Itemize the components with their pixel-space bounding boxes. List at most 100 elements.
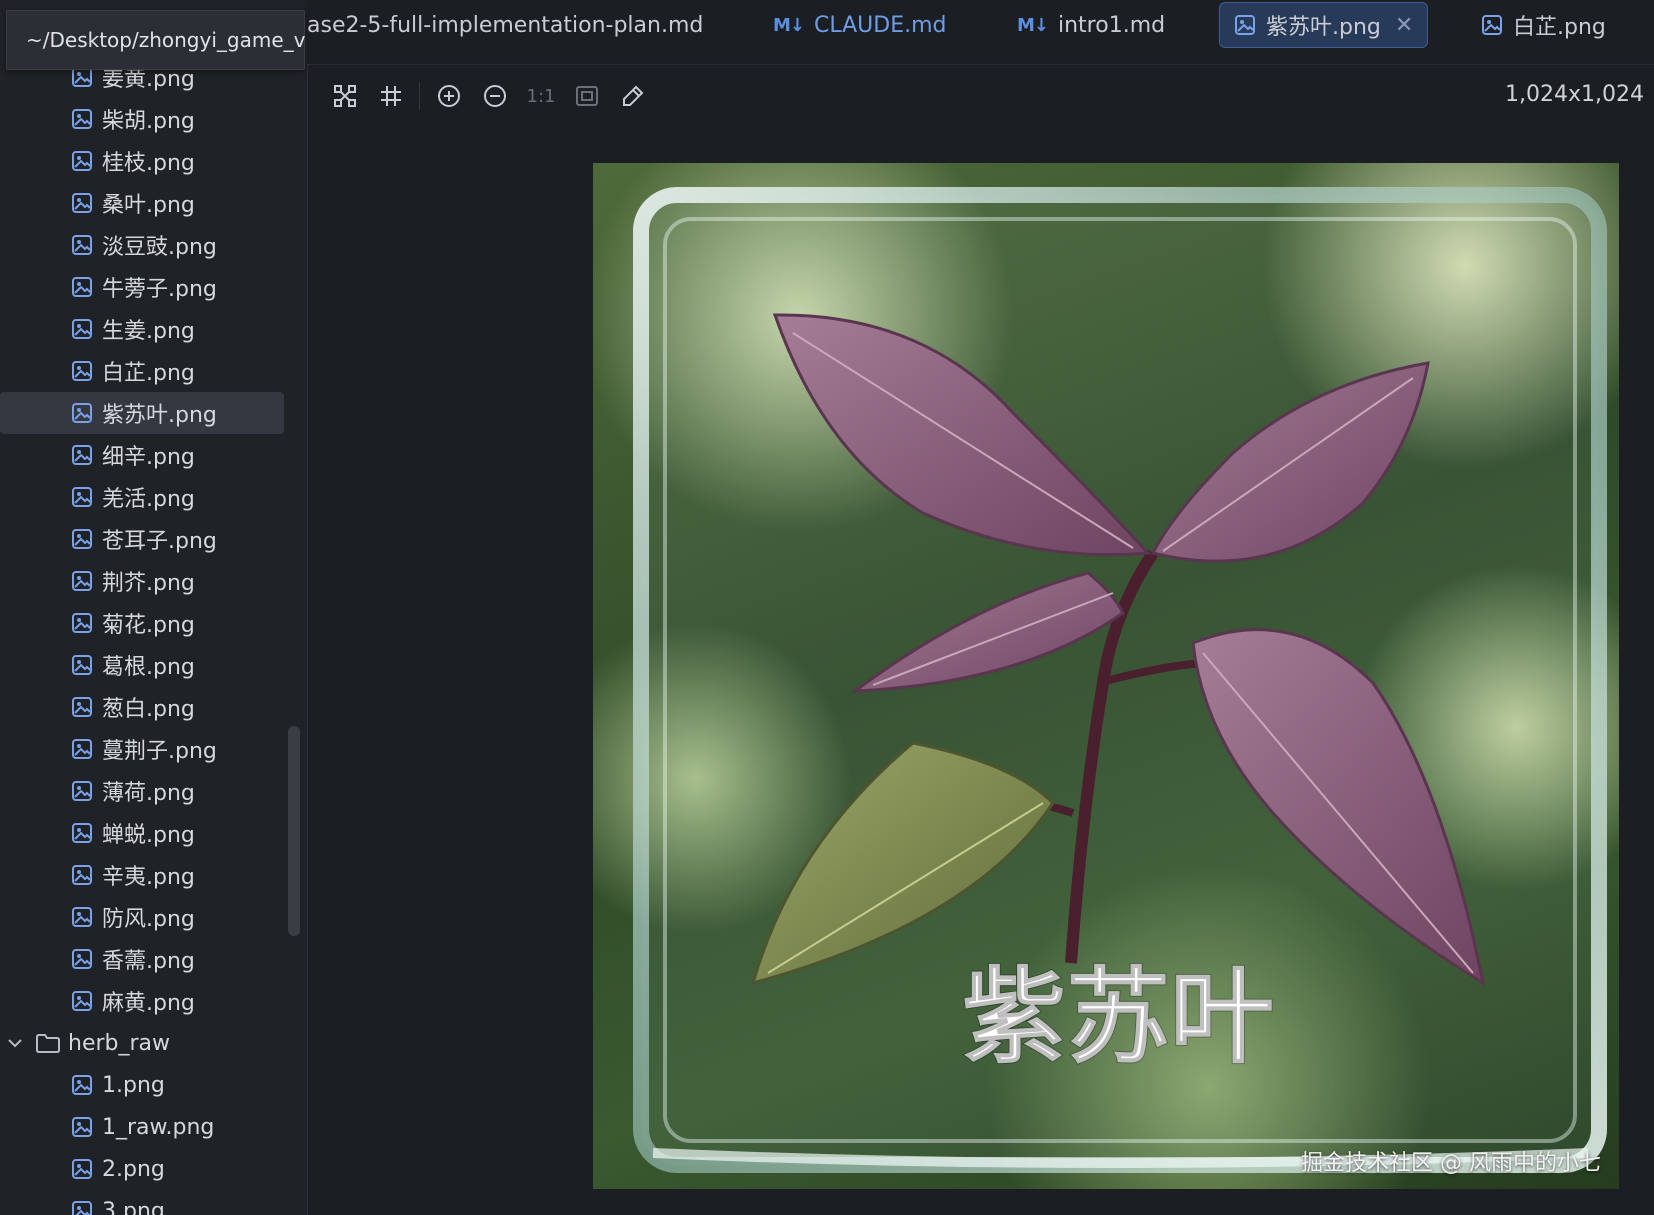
watermark: 掘金技术社区 @ 风雨中的小七: [1301, 1151, 1601, 1176]
image-file-icon: [72, 403, 92, 423]
file-tree-item[interactable]: 葛根.png: [0, 644, 290, 686]
file-tree-item[interactable]: 香薷.png: [0, 938, 290, 980]
file-name: 薄荷.png: [102, 781, 195, 806]
file-explorer-sidebar: ~/Desktop/zhongyi_game_v3 姜黄.png 柴胡.png 桂枝…: [0, 0, 308, 1215]
file-name: 蝉蜕.png: [102, 823, 195, 848]
fit-screen-icon: [334, 85, 356, 107]
file-name: 桑叶.png: [102, 193, 195, 218]
eyedropper-icon: [623, 85, 644, 106]
image-file-icon: [72, 1075, 92, 1095]
image-file-icon: [72, 1117, 92, 1137]
file-tree-item[interactable]: 2.png: [0, 1148, 290, 1190]
image-file-icon: [72, 193, 92, 213]
file-name: 防风.png: [102, 907, 195, 932]
file-name: 细辛.png: [102, 445, 195, 470]
zoom-out-button[interactable]: [479, 80, 511, 112]
tab-label: 紫苏叶.png: [1266, 15, 1381, 40]
file-tree-item[interactable]: 牛蒡子.png: [0, 266, 290, 308]
file-name: 辛夷.png: [102, 865, 195, 890]
file-tree-item[interactable]: 苍耳子.png: [0, 518, 290, 560]
file-name: 柴胡.png: [102, 109, 195, 134]
image-file-icon: [72, 613, 92, 633]
file-name: 香薷.png: [102, 949, 195, 974]
tab-zisuye-png[interactable]: 紫苏叶.png ✕: [1219, 2, 1429, 48]
zoom-in-button[interactable]: [433, 80, 465, 112]
file-tree-item[interactable]: 桂枝.png: [0, 140, 290, 182]
file-tree-item[interactable]: 细辛.png: [0, 434, 290, 476]
file-tree-item[interactable]: 防风.png: [0, 896, 290, 938]
file-tree-item[interactable]: 白芷.png: [0, 350, 290, 392]
actual-size-button[interactable]: 1:1: [525, 80, 557, 112]
grid-icon: [381, 86, 401, 106]
image-file-icon: [72, 991, 92, 1011]
file-tree-item[interactable]: 辛夷.png: [0, 854, 290, 896]
image-file-icon: [72, 655, 92, 675]
file-name: 葛根.png: [102, 655, 195, 680]
image-file-icon: [72, 865, 92, 885]
file-name: 白芷.png: [102, 361, 195, 386]
image-dimensions: 1,024x1,024: [1505, 82, 1644, 107]
fit-window-icon: [576, 86, 598, 106]
file-tree-item[interactable]: 葱白.png: [0, 686, 290, 728]
file-tree-item[interactable]: 1_raw.png: [0, 1106, 290, 1148]
tab-claude-md[interactable]: M↓ CLAUDE.md: [773, 0, 947, 50]
file-tree-item[interactable]: 1.png: [0, 1064, 290, 1106]
image-caption: 紫苏叶: [962, 956, 1274, 1078]
image-file-icon: [72, 739, 92, 759]
file-name: 葱白.png: [102, 697, 195, 722]
file-name: 牛蒡子.png: [102, 277, 217, 302]
image-file-icon: [72, 109, 92, 129]
file-name: 紫苏叶.png: [102, 403, 217, 428]
tab-intro1-md[interactable]: M↓ intro1.md: [1017, 0, 1165, 50]
fit-to-screen-button[interactable]: [329, 80, 361, 112]
fit-window-button[interactable]: [571, 80, 603, 112]
markdown-icon: M↓: [773, 14, 805, 36]
file-tree-item[interactable]: 麻黄.png: [0, 980, 290, 1022]
image-file-icon: [72, 949, 92, 969]
file-tree-item[interactable]: 羌活.png: [0, 476, 290, 518]
image-file-icon: [72, 697, 92, 717]
image-file-icon: [72, 151, 92, 171]
file-tree-item[interactable]: 菊花.png: [0, 602, 290, 644]
file-name: 1.png: [102, 1072, 165, 1098]
image-file-icon: [72, 823, 92, 843]
file-tree-item[interactable]: 荆芥.png: [0, 560, 290, 602]
file-tree-item[interactable]: 蝉蜕.png: [0, 812, 290, 854]
image-file-icon: [72, 361, 92, 381]
file-tree-item[interactable]: 3.png: [0, 1190, 290, 1215]
file-tree-item[interactable]: 薄荷.png: [0, 770, 290, 812]
color-picker-button[interactable]: [617, 80, 649, 112]
file-tree-item[interactable]: 蔓荆子.png: [0, 728, 290, 770]
image-file-icon: [72, 1201, 92, 1215]
image-file-icon: [1482, 15, 1502, 35]
image-file-icon: [72, 907, 92, 927]
zoom-in-icon: [438, 85, 460, 107]
file-name: 荆芥.png: [102, 571, 195, 596]
folder-herb-raw[interactable]: herb_raw: [0, 1022, 290, 1064]
image-file-icon: [72, 571, 92, 591]
image-file-icon: [1235, 15, 1255, 35]
zoom-out-icon: [484, 85, 506, 107]
tab-label: CLAUDE.md: [814, 12, 947, 38]
file-name: 1_raw.png: [102, 1114, 215, 1140]
image-file-icon: [72, 235, 92, 255]
chevron-down-icon: [8, 1039, 22, 1048]
file-name: 苍耳子.png: [102, 529, 217, 554]
file-name: 羌活.png: [102, 487, 195, 512]
file-name: 蔓荆子.png: [102, 739, 217, 764]
close-icon[interactable]: ✕: [1395, 13, 1413, 38]
tab-label: ase2-5-full-implementation-plan.md: [307, 12, 704, 38]
sidebar-scrollbar[interactable]: [288, 726, 300, 936]
file-name: 淡豆豉.png: [102, 235, 217, 260]
file-tree-item[interactable]: 生姜.png: [0, 308, 290, 350]
grid-toggle-button[interactable]: [375, 80, 407, 112]
file-tree-item[interactable]: 紫苏叶.png: [0, 392, 284, 434]
tab-bar: ase2-5-full-implementation-plan.md M↓ CL…: [307, 0, 1654, 65]
file-name: 生姜.png: [102, 319, 195, 344]
tab-implementation-plan[interactable]: ase2-5-full-implementation-plan.md: [307, 0, 703, 50]
file-tree-item[interactable]: 淡豆豉.png: [0, 224, 290, 266]
file-tree-item[interactable]: 柴胡.png: [0, 98, 290, 140]
tab-baizhi-png[interactable]: 白芷.png: [1481, 0, 1606, 50]
image-file-icon: [72, 529, 92, 549]
file-tree-item[interactable]: 桑叶.png: [0, 182, 290, 224]
